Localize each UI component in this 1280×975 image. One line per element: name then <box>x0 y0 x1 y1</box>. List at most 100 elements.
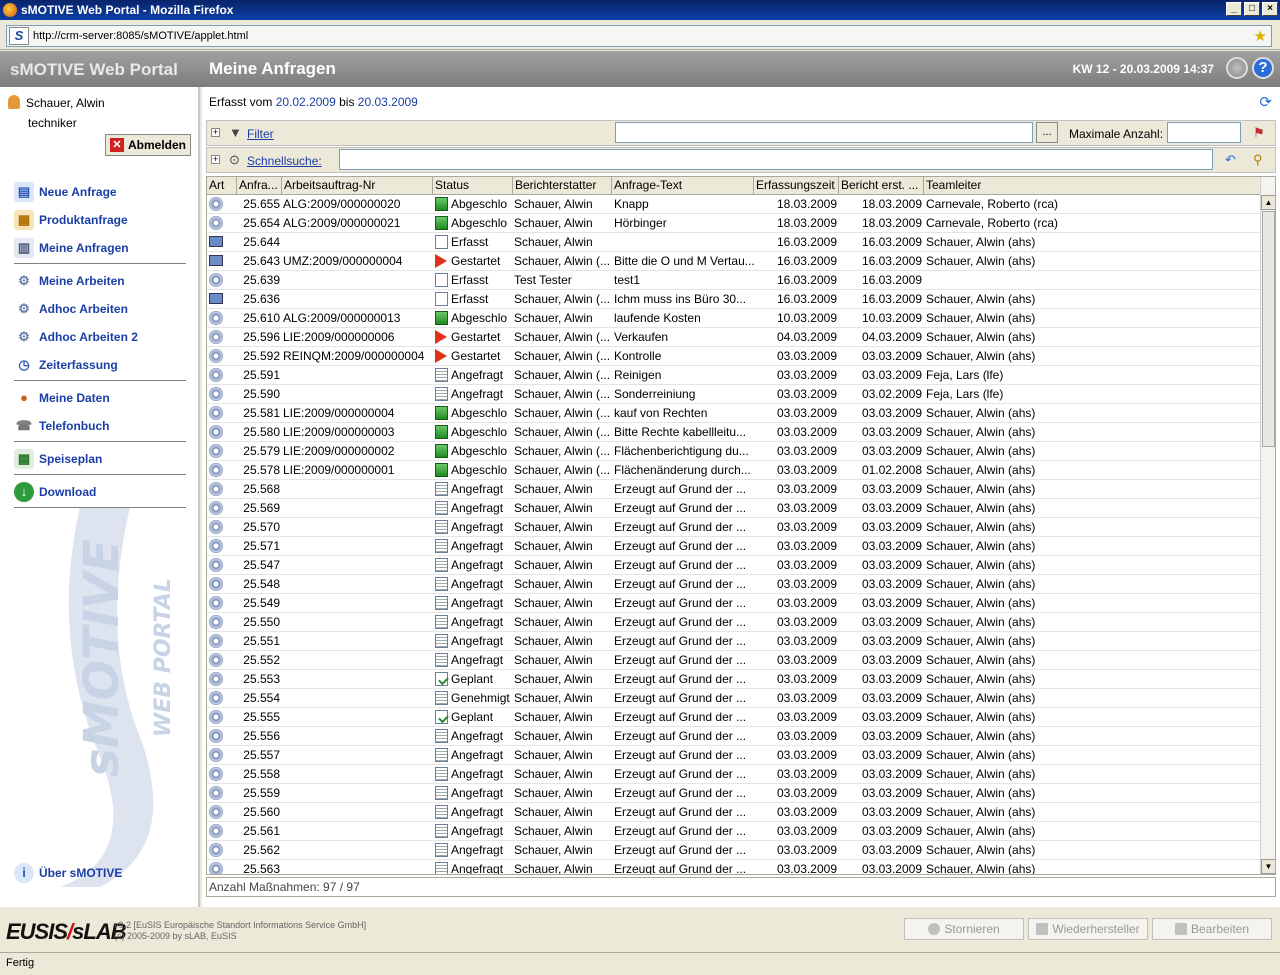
table-row[interactable]: 25.644 Erfasst Schauer, Alwin 16.03.2009 16.… <box>207 233 1261 252</box>
table-row[interactable]: 25.610 ALG:2009/000000013 Abgeschlo Schauer… <box>207 309 1261 328</box>
table-row[interactable]: 25.557 Angefragt Schauer, Alwin Erzeugt auf… <box>207 746 1261 765</box>
table-row[interactable]: 25.568 Angefragt Schauer, Alwin Erzeugt auf… <box>207 480 1261 499</box>
table-row[interactable]: 25.561 Angefragt Schauer, Alwin Erzeugt auf… <box>207 822 1261 841</box>
cancel-button[interactable]: Stornieren <box>904 918 1024 940</box>
edit-button[interactable]: Bearbeiten <box>1152 918 1272 940</box>
column-header[interactable]: Bericht erst. ... <box>839 177 924 195</box>
vertical-scrollbar[interactable]: ▲ ▼ <box>1260 177 1275 874</box>
maximize-button[interactable]: □ <box>1244 2 1260 16</box>
table-row[interactable]: 25.554 Genehmigt Schauer, Alwin Erzeugt auf… <box>207 689 1261 708</box>
table-row[interactable]: 25.553 Geplant Schauer, Alwin Erzeugt auf G… <box>207 670 1261 689</box>
table-row[interactable]: 25.571 Angefragt Schauer, Alwin Erzeugt auf… <box>207 537 1261 556</box>
bookmark-star-icon[interactable]: ★ <box>1254 27 1267 45</box>
url-text[interactable]: http://crm-server:8085/sMOTIVE/applet.ht… <box>33 30 248 42</box>
nav-adhoc-arbeiten[interactable]: ⚙ Adhoc Arbeiten <box>14 298 186 320</box>
table-row[interactable]: 25.555 Geplant Schauer, Alwin Erzeugt auf G… <box>207 708 1261 727</box>
column-header[interactable]: Anfra... <box>237 177 282 195</box>
leiter-cell: Feja, Lars (lfe) <box>926 368 1004 382</box>
table-row[interactable]: 25.579 LIE:2009/000000002 Abgeschlo Schauer… <box>207 442 1261 461</box>
table-row[interactable]: 25.578 LIE:2009/000000001 Abgeschlo Schauer… <box>207 461 1261 480</box>
expand-icon[interactable]: + <box>211 128 220 137</box>
undo-icon[interactable]: ↶ <box>1225 152 1236 168</box>
nav-about[interactable]: i Über sMOTIVE <box>14 862 186 884</box>
help-icon[interactable]: ? <box>1252 57 1274 79</box>
column-header[interactable]: Erfassungszeit <box>754 177 839 195</box>
table-row[interactable]: 25.552 Angefragt Schauer, Alwin Erzeugt auf… <box>207 651 1261 670</box>
nr-cell: 25.559 <box>243 786 280 800</box>
reporter-cell: Schauer, Alwin <box>514 596 593 610</box>
nav-produktanfrage[interactable]: ▦ Produktanfrage <box>14 209 186 231</box>
table-row[interactable]: 25.551 Angefragt Schauer, Alwin Erzeugt auf… <box>207 632 1261 651</box>
expand-icon[interactable]: + <box>211 155 220 164</box>
table-row[interactable]: 25.592 REINQM:2009/000000004 Gestartet Scha… <box>207 347 1261 366</box>
table-row[interactable]: 25.558 Angefragt Schauer, Alwin Erzeugt auf… <box>207 765 1261 784</box>
nav-speiseplan[interactable]: ▩ Speiseplan <box>14 448 186 470</box>
column-header[interactable]: Arbeitsauftrag-Nr <box>282 177 433 195</box>
clear-filter-icon[interactable]: ⚑ <box>1253 125 1265 141</box>
max-count-input[interactable] <box>1167 122 1241 143</box>
table-row[interactable]: 25.639 Erfasst Test Tester test1 16.03.2009 1… <box>207 271 1261 290</box>
nav-meine-arbeiten[interactable]: ⚙ Meine Arbeiten <box>14 270 186 292</box>
filter-link[interactable]: Filter <box>247 127 274 141</box>
nav-telefonbuch[interactable]: ☎ Telefonbuch <box>14 415 186 437</box>
table-row[interactable]: 25.654 ALG:2009/000000021 Abgeschlo Schauer… <box>207 214 1261 233</box>
table-row[interactable]: 25.596 LIE:2009/000000006 Gestartet Schauer… <box>207 328 1261 347</box>
scroll-down-icon[interactable]: ▼ <box>1261 859 1275 874</box>
column-header[interactable]: Status <box>433 177 513 195</box>
column-header[interactable]: Anfrage-Text <box>612 177 754 195</box>
reporter-cell: Schauer, Alwin <box>514 767 593 781</box>
table-row[interactable]: 25.643 UMZ:2009/000000004 Gestartet Schauer… <box>207 252 1261 271</box>
status-text: Angefragt <box>451 767 504 781</box>
column-header[interactable]: Berichterstatter <box>513 177 612 195</box>
nav-download[interactable]: ↓ Download <box>14 481 186 503</box>
table-row[interactable]: 25.590 Angefragt Schauer, Alwin (... Sonder… <box>207 385 1261 404</box>
table-row[interactable]: 25.636 Erfasst Schauer, Alwin (... Ichm mus… <box>207 290 1261 309</box>
table-row[interactable]: 25.559 Angefragt Schauer, Alwin Erzeugt auf… <box>207 784 1261 803</box>
table-row[interactable]: 25.560 Angefragt Schauer, Alwin Erzeugt auf… <box>207 803 1261 822</box>
type-cell <box>207 214 237 233</box>
table-row[interactable]: 25.591 Angefragt Schauer, Alwin (... Reinig… <box>207 366 1261 385</box>
table-row[interactable]: 25.581 LIE:2009/000000004 Abgeschlo Schauer… <box>207 404 1261 423</box>
nav-zeiterfassung[interactable]: ◷ Zeiterfassung <box>14 354 186 376</box>
table-row[interactable]: 25.580 LIE:2009/000000003 Abgeschlo Schauer… <box>207 423 1261 442</box>
quicksearch-link[interactable]: Schnellsuche: <box>247 154 322 168</box>
table-row[interactable]: 25.563 Angefragt Schauer, Alwin Erzeugt auf… <box>207 860 1261 874</box>
globe-icon[interactable] <box>1226 57 1248 79</box>
nav-neue-anfrage[interactable]: ▤ Neue Anfrage <box>14 181 186 203</box>
scroll-up-icon[interactable]: ▲ <box>1261 195 1275 210</box>
clock-icon: ◷ <box>18 357 30 372</box>
completed-icon <box>435 425 448 439</box>
filter-browse-button[interactable]: ... <box>1036 122 1058 143</box>
table-row[interactable]: 25.549 Angefragt Schauer, Alwin Erzeugt auf… <box>207 594 1261 613</box>
search-icon[interactable]: ⚲ <box>1253 152 1263 168</box>
filter-field[interactable] <box>615 122 1033 143</box>
nav-adhoc-arbeiten-2[interactable]: ⚙ Adhoc Arbeiten 2 <box>14 326 186 348</box>
column-header[interactable]: Teamleiter <box>924 177 1261 195</box>
quicksearch-input[interactable] <box>339 149 1213 170</box>
close-red-icon: ✕ <box>109 138 124 152</box>
table-row[interactable]: 25.569 Angefragt Schauer, Alwin Erzeugt auf… <box>207 499 1261 518</box>
leiter-cell: Schauer, Alwin (ahs) <box>926 406 1036 420</box>
type-cell <box>207 689 237 708</box>
table-row[interactable]: 25.655 ALG:2009/000000020 Abgeschlo Schauer… <box>207 195 1261 214</box>
table-row[interactable]: 25.562 Angefragt Schauer, Alwin Erzeugt auf… <box>207 841 1261 860</box>
table-row[interactable]: 25.548 Angefragt Schauer, Alwin Erzeugt auf… <box>207 575 1261 594</box>
minimize-button[interactable]: _ <box>1226 2 1242 16</box>
requested-icon <box>435 387 448 401</box>
table-row[interactable]: 25.570 Angefragt Schauer, Alwin Erzeugt auf… <box>207 518 1261 537</box>
scroll-thumb[interactable] <box>1262 211 1275 447</box>
table-row[interactable]: 25.547 Angefragt Schauer, Alwin Erzeugt auf… <box>207 556 1261 575</box>
logout-button[interactable]: ✕ Abmelden <box>105 134 191 156</box>
date-from[interactable]: 20.02.2009 <box>276 95 336 109</box>
nav-meine-daten[interactable]: ● Meine Daten <box>14 387 186 409</box>
table-row[interactable]: 25.556 Angefragt Schauer, Alwin Erzeugt auf… <box>207 727 1261 746</box>
close-button[interactable]: × <box>1262 2 1278 16</box>
nav-meine-anfragen[interactable]: ▥ Meine Anfragen <box>14 237 186 259</box>
table-row[interactable]: 25.550 Angefragt Schauer, Alwin Erzeugt auf… <box>207 613 1261 632</box>
url-field[interactable]: S http://crm-server:8085/sMOTIVE/applet.… <box>6 25 1272 47</box>
restore-button[interactable]: Wiederhersteller <box>1028 918 1148 940</box>
refresh-icon[interactable]: ⟳ <box>1259 93 1272 111</box>
date-to[interactable]: 20.03.2009 <box>358 95 418 109</box>
bericht-cell: 03.03.2009 <box>861 729 922 743</box>
column-header[interactable]: Art <box>207 177 237 195</box>
